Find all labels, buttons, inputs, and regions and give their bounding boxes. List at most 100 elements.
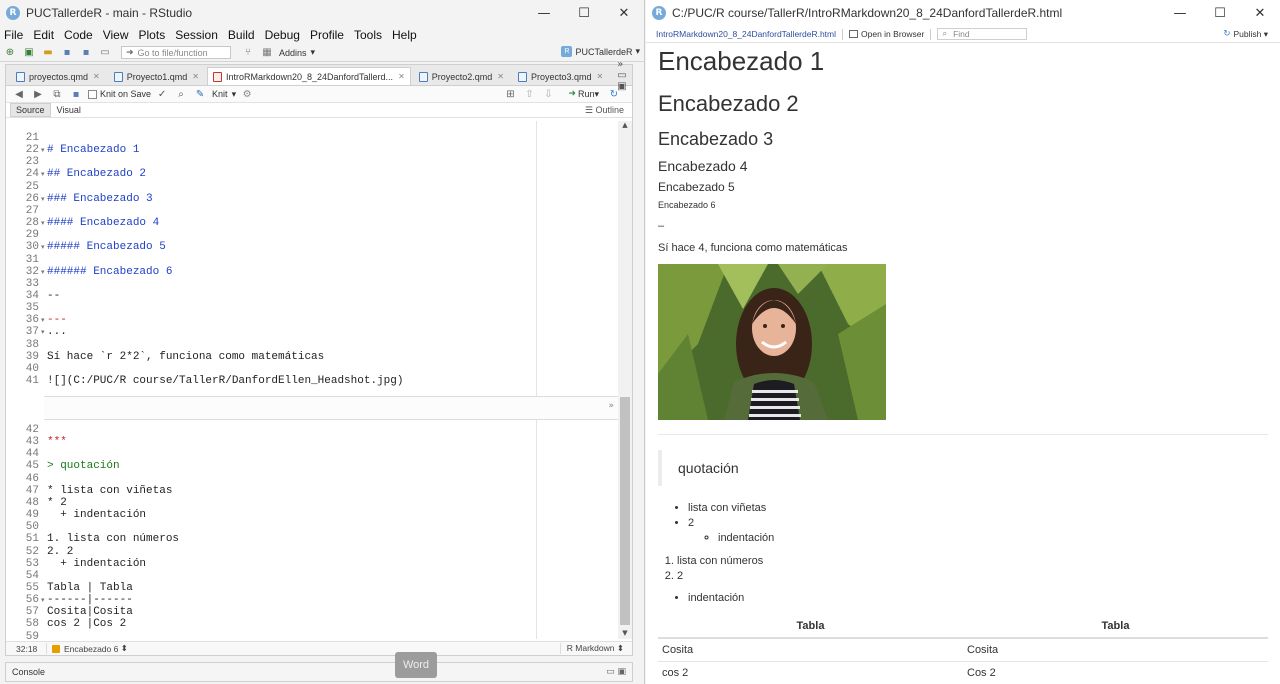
knit-on-save-checkbox[interactable] (88, 89, 97, 99)
save-all-icon[interactable]: ▪ (79, 46, 93, 60)
publish-icon[interactable]: ↻ (607, 87, 621, 101)
close-tab-icon[interactable]: ✕ (93, 72, 100, 81)
close-tab-icon[interactable]: ✕ (192, 72, 199, 81)
close-tab-icon[interactable]: ✕ (398, 72, 405, 81)
save-file-icon[interactable]: ▪ (69, 87, 83, 101)
show-in-window-icon[interactable]: ⧉ (50, 87, 64, 101)
code-line[interactable]: 22 ▾ # Encabezado 1 (6, 144, 620, 156)
fold-toggle-icon[interactable]: ▾ (41, 326, 45, 338)
code-line[interactable]: 32 ▾ ###### Encabezado 6 (6, 266, 620, 278)
outline-button[interactable]: ☰ Outline (585, 105, 632, 116)
menu-debug[interactable]: Debug (265, 28, 300, 42)
menu-tools[interactable]: Tools (354, 28, 382, 42)
menu-file[interactable]: File (4, 28, 23, 42)
new-project-icon[interactable]: ▣ (22, 46, 36, 60)
code-line[interactable]: 34 -- (6, 290, 620, 302)
code-line[interactable]: 53 + indentación (6, 558, 620, 570)
scroll-up-icon[interactable]: ▲ (618, 121, 632, 131)
viewer-minimize-button[interactable]: — (1160, 0, 1200, 26)
code-line[interactable]: 39 Sí hace `r 2*2`, funciona como matemát… (6, 351, 620, 363)
code-line[interactable]: 51 1. lista con números (6, 533, 620, 545)
back-arrow-icon[interactable]: ◀ (12, 87, 26, 101)
run-button[interactable]: ➜ Run ▾ (568, 89, 599, 100)
menu-help[interactable]: Help (392, 28, 417, 42)
fold-toggle-icon[interactable]: ▾ (41, 266, 45, 278)
code-line[interactable]: 57 Cosita|Cosita (6, 606, 620, 618)
code-line[interactable]: 40 (6, 363, 620, 375)
collapse-chevron-icon[interactable]: » (608, 401, 614, 411)
open-in-browser-button[interactable]: Open in Browser (849, 29, 924, 39)
menu-plots[interactable]: Plots (139, 28, 166, 42)
code-line[interactable]: 48 * 2 (6, 497, 620, 509)
menu-session[interactable]: Session (175, 28, 218, 42)
scroll-down-icon[interactable]: ▼ (618, 629, 632, 639)
save-icon[interactable]: ▪ (60, 46, 74, 60)
prev-chunk-icon[interactable]: ⇧ (522, 87, 536, 101)
code-line[interactable]: 24 ▾ ## Encabezado 2 (6, 168, 620, 180)
language-mode[interactable]: R Markdown ⬍ (559, 643, 632, 654)
console-pane-bar[interactable]: Console ▭ ▣ (5, 662, 633, 682)
code-line[interactable]: 41 ![](C:/PUC/R course/TallerR/DanfordEll… (6, 375, 620, 387)
next-chunk-icon[interactable]: ⇩ (541, 87, 555, 101)
code-line[interactable]: 30 ▾ ##### Encabezado 5 (6, 241, 620, 253)
tab-proyecto2[interactable]: Proyecto2.qmd ✕ (413, 67, 510, 85)
code-line[interactable]: 27 (6, 205, 620, 217)
settings-gear-icon[interactable]: ⚙ (240, 87, 254, 101)
tab-intro-rmarkdown[interactable]: IntroRMarkdown20_8_24DanfordTallerd... ✕ (206, 67, 411, 85)
addins-chevron-icon[interactable]: ▾ (311, 47, 316, 58)
menu-view[interactable]: View (103, 28, 129, 42)
tab-proyecto3[interactable]: Proyecto3.qmd ✕ (512, 67, 609, 85)
fold-toggle-icon[interactable]: ▾ (41, 241, 45, 253)
fold-toggle-icon[interactable]: ▾ (41, 168, 45, 180)
print-icon[interactable]: ▭ (98, 46, 112, 60)
forward-arrow-icon[interactable]: ▶ (31, 87, 45, 101)
code-line[interactable]: 25 (6, 181, 620, 193)
code-editor[interactable]: 21 22 ▾ # Encabezado 1 23 24 ▾ ## Encabezado 22… (6, 121, 620, 639)
new-file-icon[interactable]: ⊕ (3, 46, 17, 60)
grid-layout-icon[interactable]: ▦ (260, 46, 274, 60)
code-line[interactable]: 58 cos 2 |Cos 2 (6, 618, 620, 630)
code-line[interactable]: 38 (6, 339, 620, 351)
code-line[interactable]: 55 Tabla | Tabla (6, 582, 620, 594)
code-line[interactable]: 26 ▾ ### Encabezado 3 (6, 193, 620, 205)
goto-file-input[interactable]: ➜ Go to file/function (121, 46, 231, 59)
git-icon[interactable]: ⑂ (241, 46, 255, 60)
minimize-button[interactable]: — (524, 0, 564, 26)
menu-profile[interactable]: Profile (310, 28, 344, 42)
publish-button[interactable]: ↻ Publish ▾ (1223, 29, 1280, 40)
code-line[interactable]: 59 (6, 631, 620, 639)
fold-toggle-icon[interactable]: ▾ (41, 193, 45, 205)
menu-build[interactable]: Build (228, 28, 255, 42)
code-line[interactable]: 46 (6, 473, 620, 485)
fold-toggle-icon[interactable]: ▾ (41, 217, 45, 229)
maximize-button[interactable]: ☐ (564, 0, 604, 26)
pane-controls-icon[interactable]: ▭ ▣ (606, 667, 632, 677)
tab-proyectos[interactable]: proyectos.qmd ✕ (10, 67, 106, 85)
find-input[interactable]: ⌕ Find (937, 28, 1028, 40)
open-file-icon[interactable]: ▬ (41, 46, 55, 60)
code-line[interactable]: 45 > quotación (6, 460, 620, 472)
scroll-thumb[interactable] (620, 397, 630, 625)
code-line[interactable]: 56 ▾ ------|------ (6, 594, 620, 606)
knit-chevron-icon[interactable]: ▾ (232, 89, 237, 100)
addins-menu[interactable]: Addins (279, 48, 307, 58)
code-line[interactable]: 28 ▾ #### Encabezado 4 (6, 217, 620, 229)
close-tab-icon[interactable]: ✕ (497, 72, 504, 81)
code-line[interactable]: 49 + indentación (6, 509, 620, 521)
menu-edit[interactable]: Edit (33, 28, 54, 42)
fold-toggle-icon[interactable]: ▾ (41, 144, 45, 156)
code-line[interactable]: 50 (6, 521, 620, 533)
code-line[interactable]: 31 (6, 254, 620, 266)
spellcheck-icon[interactable]: ✓ (155, 87, 169, 101)
menu-code[interactable]: Code (64, 28, 93, 42)
code-line[interactable]: 21 (6, 132, 620, 144)
code-line[interactable]: 37 ▾... (6, 326, 620, 338)
knit-icon[interactable]: ✎ (193, 87, 207, 101)
html-file-link[interactable]: IntroRMarkdown20_8_24DanfordTallerdeR.ht… (656, 29, 836, 39)
code-line[interactable]: 44 (6, 448, 620, 460)
source-mode-button[interactable]: Source (10, 103, 51, 117)
knit-button[interactable]: Knit (212, 89, 228, 99)
code-line[interactable]: 43 *** (6, 436, 620, 448)
project-menu[interactable]: R PUCTallerdeR ▾ (561, 46, 640, 57)
viewer-maximize-button[interactable]: ☐ (1200, 0, 1240, 26)
